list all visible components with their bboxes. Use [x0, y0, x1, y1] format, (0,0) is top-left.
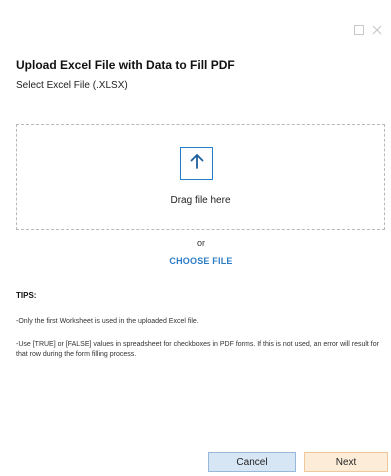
tip-item: -Only the first Worksheet is used in the…	[16, 318, 199, 325]
arrow-up-icon	[189, 152, 205, 175]
square-icon[interactable]	[353, 24, 365, 36]
cancel-button[interactable]: Cancel	[208, 452, 296, 472]
tip-item: -Use [TRUE] or [FALSE] values in spreads…	[16, 341, 379, 358]
dialog-title: Upload Excel File with Data to Fill PDF	[16, 58, 235, 72]
next-button[interactable]: Next	[304, 452, 388, 472]
file-dropzone[interactable]: Drag file here	[16, 124, 385, 230]
drag-label: Drag file here	[170, 195, 231, 206]
or-separator: or	[196, 238, 205, 248]
window-controls	[353, 22, 383, 38]
choose-file-link[interactable]: CHOOSE FILE	[0, 256, 391, 266]
tips-heading: TIPS:	[16, 291, 37, 300]
dialog-subtitle: Select Excel File (.XLSX)	[16, 80, 128, 91]
close-icon[interactable]	[371, 24, 383, 36]
upload-button[interactable]	[180, 147, 213, 180]
